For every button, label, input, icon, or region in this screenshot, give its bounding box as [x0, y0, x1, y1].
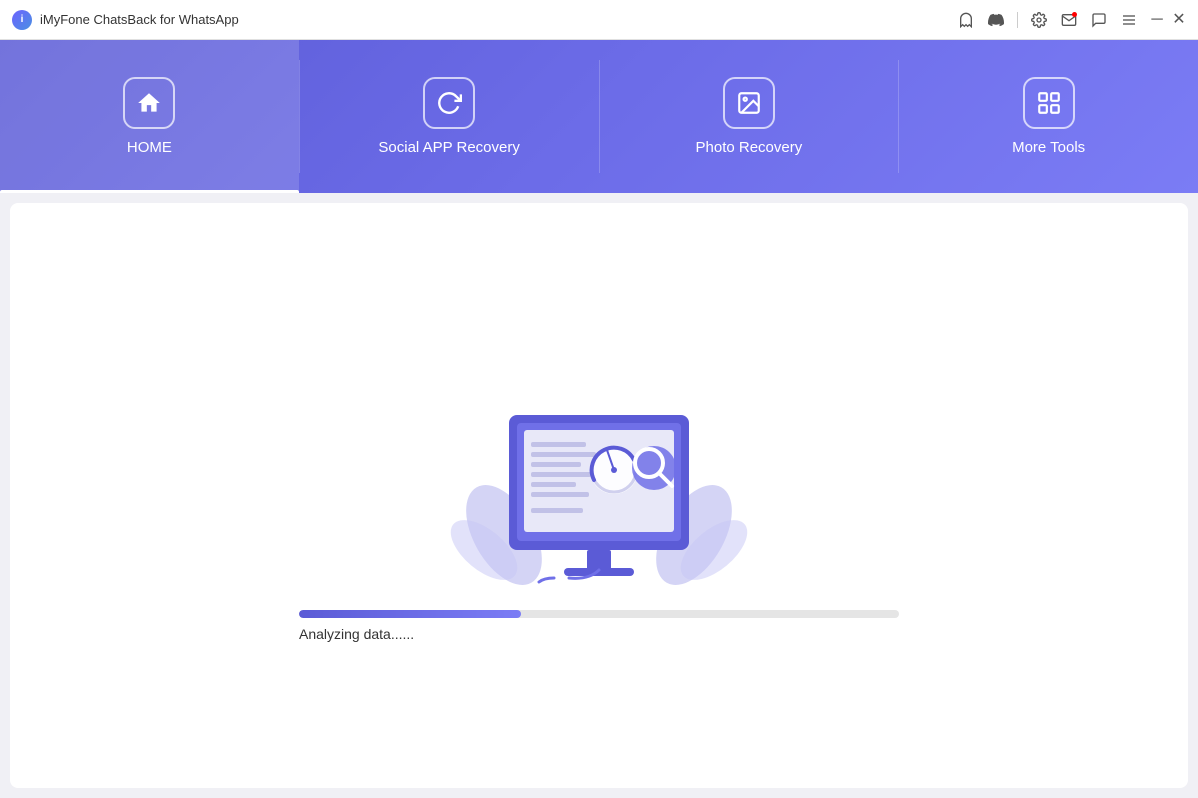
home-icon-box [123, 77, 175, 129]
mail-notification-dot [1072, 12, 1077, 17]
progress-bar-container [299, 610, 899, 618]
nav-social-app-label: Social APP Recovery [378, 139, 519, 156]
social-app-icon-box [423, 77, 475, 129]
app-title: iMyFone ChatsBack for WhatsApp [40, 12, 239, 27]
progress-label: Analyzing data...... [299, 626, 414, 642]
main-content: Analyzing data...... [10, 203, 1188, 788]
nav-home-label: HOME [127, 139, 172, 156]
nav-bar: HOME Social APP Recovery Photo Recovery … [0, 40, 1198, 193]
menu-icon[interactable] [1120, 11, 1138, 29]
app-logo: i [12, 10, 32, 30]
nav-more-tools-label: More Tools [1012, 139, 1085, 156]
nav-home[interactable]: HOME [0, 40, 299, 193]
settings-icon[interactable] [1030, 11, 1048, 29]
progress-section: Analyzing data...... [299, 610, 899, 642]
illustration [409, 350, 789, 590]
nav-photo-recovery[interactable]: Photo Recovery [600, 40, 899, 193]
nav-social-app-recovery[interactable]: Social APP Recovery [300, 40, 599, 193]
close-button[interactable]: ✕ [1172, 13, 1186, 27]
title-bar-left: i iMyFone ChatsBack for WhatsApp [12, 10, 239, 30]
title-bar-divider [1017, 12, 1018, 28]
title-bar: i iMyFone ChatsBack for WhatsApp ─ ✕ [0, 0, 1198, 40]
window-controls: ─ ✕ [1150, 13, 1186, 27]
photo-recovery-icon-box [723, 77, 775, 129]
ghost-icon[interactable] [957, 11, 975, 29]
title-bar-right: ─ ✕ [957, 11, 1186, 29]
nav-photo-label: Photo Recovery [696, 139, 803, 156]
mail-icon[interactable] [1060, 11, 1078, 29]
minimize-button[interactable]: ─ [1150, 13, 1164, 27]
nav-more-tools[interactable]: More Tools [899, 40, 1198, 193]
more-tools-icon-box [1023, 77, 1075, 129]
discord-icon[interactable] [987, 11, 1005, 29]
progress-bar-fill [299, 610, 521, 618]
chat-icon[interactable] [1090, 11, 1108, 29]
